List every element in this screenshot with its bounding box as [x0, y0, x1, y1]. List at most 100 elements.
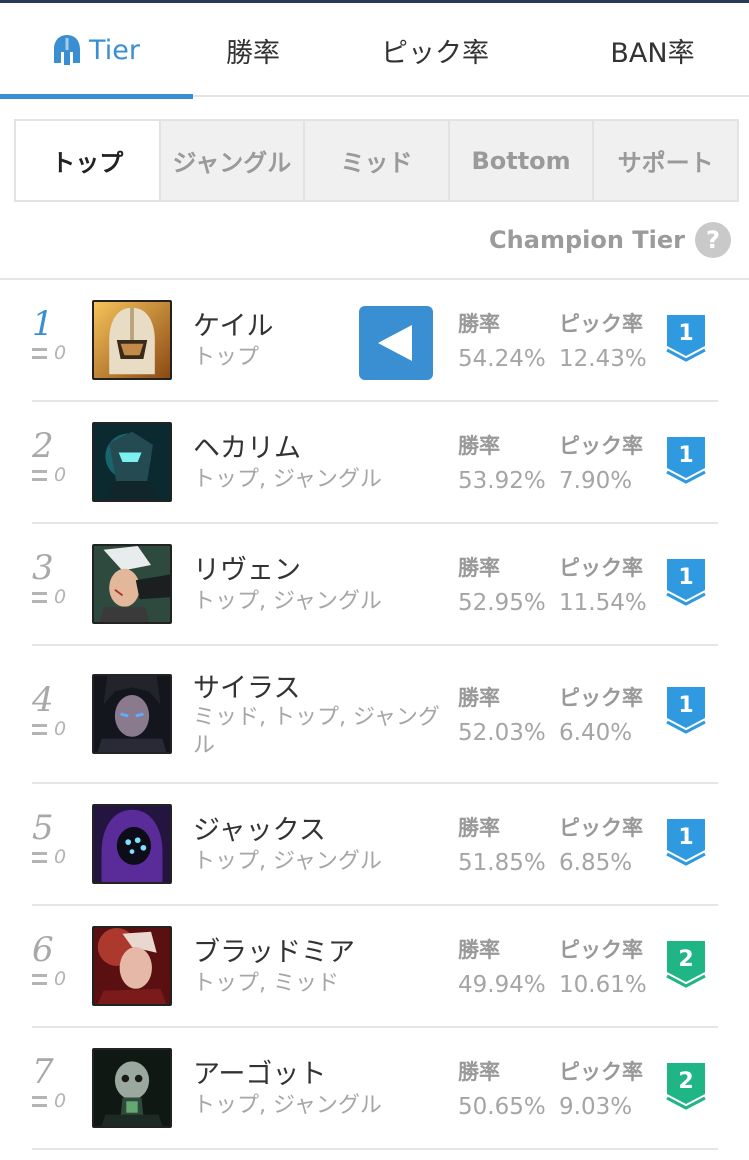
play-left-icon — [378, 325, 412, 361]
tier-badge-icon: 1 — [666, 437, 706, 484]
rank-number: 4 — [32, 680, 54, 720]
winrate-label: 勝率 — [458, 312, 500, 336]
no-change-icon — [32, 347, 47, 359]
tab-tier-label: Tier — [89, 34, 140, 66]
champion-row[interactable]: 1 0 ケイル トップ 勝率 54.24% ピック率 12.43% 1 — [32, 280, 718, 402]
riven-portrait — [94, 546, 170, 622]
video-play-button[interactable] — [359, 306, 433, 380]
tab-banrate-label: BAN率 — [610, 37, 695, 69]
pickrate-value: 6.85% — [559, 850, 633, 876]
champion-row[interactable]: 5 0 ジャックス トップ, ジャングル 勝率 51.85% ピック率 6.85… — [32, 784, 718, 906]
champion-lanes: トップ, ジャングル — [193, 849, 382, 874]
winrate-value: 51.85% — [458, 850, 546, 876]
rank-change-value: 0 — [54, 464, 67, 486]
champion-avatar[interactable] — [92, 804, 172, 884]
champion-row[interactable]: 2 0 ヘカリム トップ, ジャングル 勝率 53.92% ピック率 7.90%… — [32, 402, 718, 524]
rank-number: 6 — [32, 930, 54, 970]
pickrate-label: ピック率 — [559, 434, 643, 458]
tier-badge-icon: 2 — [666, 1063, 706, 1110]
tab-pickrate[interactable]: ピック率 — [350, 3, 520, 97]
pickrate-label: ピック率 — [559, 556, 643, 580]
help-icon[interactable]: ? — [695, 222, 731, 258]
champion-name: アーゴット — [193, 1059, 327, 1090]
rank-number: 7 — [32, 1052, 54, 1092]
winrate-label: 勝率 — [458, 816, 500, 840]
kayle-portrait — [94, 302, 170, 378]
rank-number: 1 — [32, 304, 54, 344]
rank-change: 0 — [32, 968, 66, 990]
tier-badge-icon: 2 — [666, 941, 706, 988]
tier-badge-label: 2 — [678, 1069, 693, 1094]
winrate-value: 52.03% — [458, 720, 546, 746]
champion-name: ブラッドミア — [193, 937, 355, 968]
tier-badge-icon: 1 — [666, 819, 706, 866]
jax-portrait — [94, 806, 170, 882]
tier-badge-icon: 1 — [666, 315, 706, 362]
pickrate-value: 9.03% — [559, 1094, 633, 1120]
tier-badge-icon: 1 — [666, 687, 706, 734]
rank-change: 0 — [32, 342, 66, 364]
tab-banrate[interactable]: BAN率 — [585, 3, 720, 97]
winrate-label: 勝率 — [458, 556, 500, 580]
tier-badge-label: 1 — [678, 443, 693, 468]
champion-row[interactable]: 3 0 リヴェン トップ, ジャングル 勝率 52.95% ピック率 11.54… — [32, 524, 718, 646]
champion-row[interactable]: 6 0 ブラッドミア トップ, ミッド 勝率 49.94% ピック率 10.61… — [32, 906, 718, 1028]
rank-change-value: 0 — [54, 718, 67, 740]
champion-avatar[interactable] — [92, 422, 172, 502]
no-change-icon — [32, 723, 47, 735]
rank-change-value: 0 — [54, 846, 67, 868]
champion-lanes: トップ, ジャングル — [193, 467, 382, 492]
winrate-label: 勝率 — [458, 434, 500, 458]
winrate-value: 50.65% — [458, 1094, 546, 1120]
active-tab-indicator — [0, 94, 193, 99]
position-tab-mid[interactable]: ミッド — [303, 121, 448, 200]
pickrate-label: ピック率 — [559, 1060, 643, 1084]
champion-row[interactable]: 7 0 アーゴット トップ, ジャングル 勝率 50.65% ピック率 9.03… — [32, 1028, 718, 1150]
rank-change-value: 0 — [54, 342, 67, 364]
tab-pickrate-label: ピック率 — [381, 37, 489, 69]
position-tab-bottom[interactable]: Bottom — [447, 121, 593, 200]
champion-lanes: ミッド, トップ, ジャングル — [193, 705, 440, 758]
main-tabs: Tier 勝率 ピック率 BAN率 — [0, 3, 749, 99]
rank-change-value: 0 — [54, 968, 67, 990]
rank-number: 3 — [32, 548, 54, 588]
position-tab-top[interactable]: トップ — [16, 121, 159, 200]
champion-avatar[interactable] — [92, 300, 172, 380]
winrate-value: 49.94% — [458, 972, 546, 998]
champion-avatar[interactable] — [92, 544, 172, 624]
champion-name: ジャックス — [193, 815, 326, 846]
pickrate-label: ピック率 — [559, 938, 643, 962]
pickrate-label: ピック率 — [559, 816, 643, 840]
tier-badge-label: 1 — [678, 825, 693, 850]
pickrate-value: 10.61% — [559, 972, 647, 998]
winrate-label: 勝率 — [458, 686, 500, 710]
no-change-icon — [32, 851, 47, 863]
no-change-icon — [32, 973, 47, 985]
champion-avatar[interactable] — [92, 1048, 172, 1128]
champion-tier-header: Champion Tier ? — [489, 221, 731, 259]
no-change-icon — [32, 1095, 47, 1107]
rank-change: 0 — [32, 718, 66, 740]
champion-name: リヴェン — [193, 555, 301, 586]
tier-badge-label: 1 — [678, 565, 693, 590]
position-tab-support[interactable]: サポート — [592, 121, 737, 200]
pickrate-value: 11.54% — [559, 590, 647, 616]
winrate-value: 53.92% — [458, 468, 546, 494]
champion-lanes: トップ, ジャングル — [193, 1093, 382, 1118]
champion-avatar[interactable] — [92, 674, 172, 754]
champion-row[interactable]: 4 0 サイラス ミッド, トップ, ジャングル 勝率 52.03% ピック率 … — [32, 646, 718, 784]
champion-avatar[interactable] — [92, 926, 172, 1006]
champion-name: ヘカリム — [193, 433, 301, 464]
vladimir-portrait — [94, 928, 170, 1004]
rank-change: 0 — [32, 846, 66, 868]
pickrate-value: 12.43% — [559, 346, 647, 372]
pickrate-value: 6.40% — [559, 720, 633, 746]
champion-name: ケイル — [193, 311, 274, 342]
no-change-icon — [32, 469, 47, 481]
rank-change: 0 — [32, 464, 66, 486]
tab-winrate[interactable]: 勝率 — [193, 3, 313, 97]
urgot-portrait — [94, 1050, 170, 1126]
tab-tier[interactable]: Tier — [0, 3, 193, 99]
position-tab-jungle[interactable]: ジャングル — [158, 121, 304, 200]
pickrate-label: ピック率 — [559, 686, 643, 710]
